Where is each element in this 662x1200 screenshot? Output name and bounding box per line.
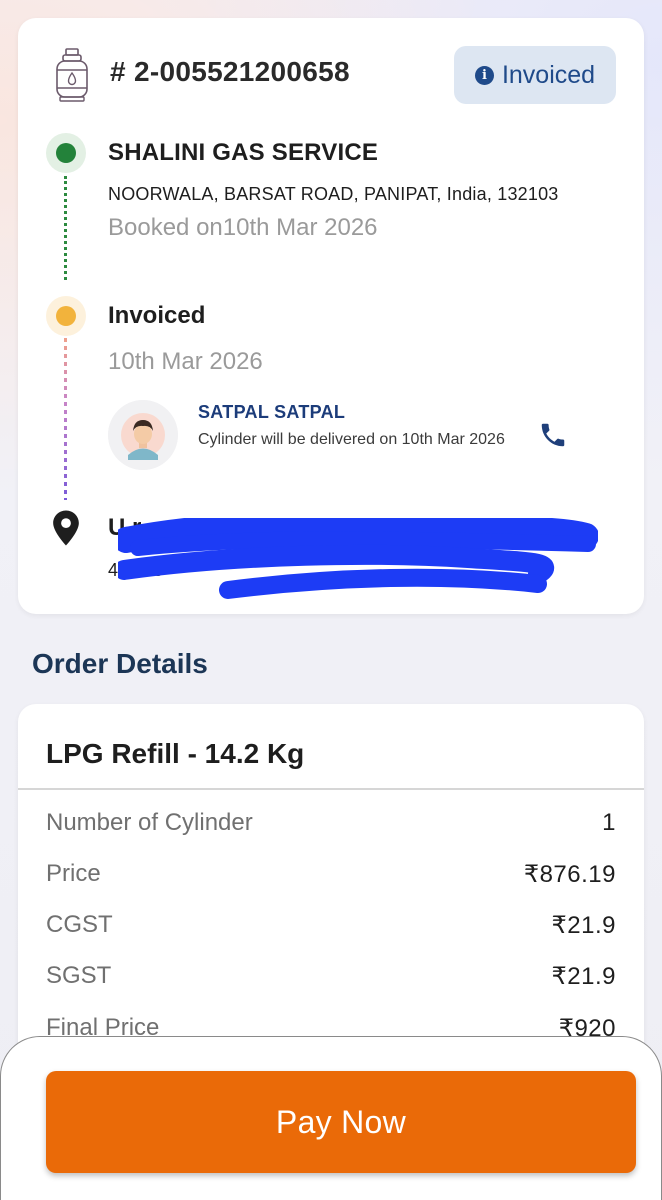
distributor-name: SHALINI GAS SERVICE	[108, 139, 379, 166]
product-title: LPG Refill - 14.2 Kg	[46, 738, 305, 769]
detail-row-cylinders: Number of Cylinder 1	[46, 806, 616, 840]
detail-label: Number of Cylinder	[46, 809, 253, 836]
info-icon: i	[474, 65, 494, 85]
phone-icon[interactable]	[538, 420, 568, 450]
detail-row-price: Price ₹876.19	[46, 857, 616, 891]
invoiced-stage-date: 10th Mar 2026	[108, 348, 263, 375]
delivery-agent-name: SATPAL SATPAL	[198, 402, 346, 422]
gas-cylinder-icon	[56, 48, 88, 102]
status-badge: i Invoiced	[454, 46, 616, 104]
delivery-agent-avatar	[108, 400, 178, 470]
detail-value: ₹21.9	[551, 962, 616, 990]
detail-row-cgst: CGST ₹21.9	[46, 908, 616, 942]
distributor-address: NOORWALA, BARSAT ROAD, PANIPAT, India, 1…	[108, 184, 559, 204]
timeline-dot-invoiced	[46, 296, 86, 336]
timeline-connector	[64, 338, 67, 500]
redaction-scribble	[118, 518, 598, 599]
detail-label: CGST	[46, 911, 113, 938]
order-id: # 2-005521200658	[110, 56, 350, 87]
pay-now-button[interactable]: Pay Now	[46, 1071, 636, 1173]
detail-value: 1	[602, 809, 616, 836]
delivery-note: Cylinder will be delivered on 10th Mar 2…	[198, 431, 505, 448]
timeline-connector	[64, 176, 67, 280]
divider	[18, 788, 644, 790]
location-pin-icon	[53, 510, 79, 546]
detail-value: ₹876.19	[523, 860, 616, 888]
invoiced-stage-title: Invoiced	[108, 302, 206, 329]
detail-label: SGST	[46, 962, 112, 989]
detail-value: ₹21.9	[551, 911, 616, 939]
status-badge-label: Invoiced	[501, 60, 596, 89]
order-details-heading: Order Details	[32, 648, 208, 679]
detail-row-sgst: SGST ₹21.9	[46, 959, 616, 993]
order-status-card: # 2-005521200658 i Invoiced SHALINI GAS …	[18, 18, 644, 614]
booked-date: Booked on10th Mar 2026	[108, 214, 378, 241]
detail-label: Price	[46, 860, 101, 887]
timeline-dot-booked	[46, 133, 86, 173]
